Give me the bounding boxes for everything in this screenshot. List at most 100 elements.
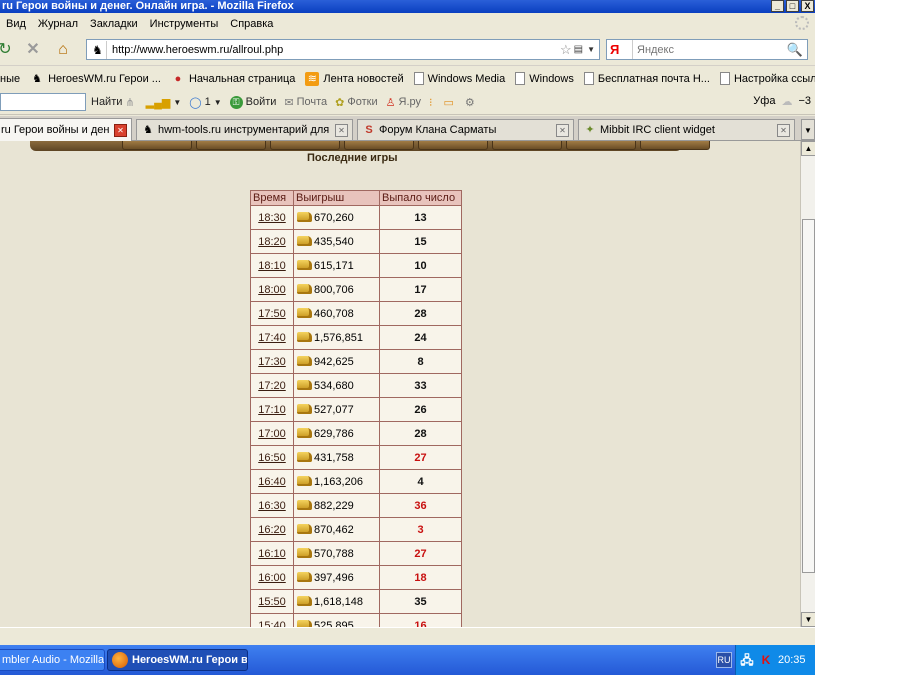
- signal-button[interactable]: ▂▄▆ ▼: [146, 96, 182, 109]
- result-number: 8: [379, 349, 462, 374]
- tab-hwm-tools[interactable]: ♞ hwm-tools.ru инструментарий для иг... …: [136, 119, 353, 140]
- taskbar-item-heroeswm[interactable]: HeroesWM.ru Герои в...: [107, 649, 248, 671]
- title-bar: ru Герои войны и денег. Онлайн игра. - M…: [0, 0, 815, 13]
- bookmark-start-page[interactable]: ● Начальная страница: [171, 72, 296, 86]
- clock[interactable]: 20:35: [778, 654, 806, 666]
- game-time-link[interactable]: 16:10: [258, 548, 286, 560]
- win-amount: 615,171: [314, 259, 354, 272]
- bookmark-customize-links[interactable]: Настройка ссылок: [719, 72, 815, 85]
- minimize-button[interactable]: _: [771, 0, 784, 12]
- bookmark-windows-media[interactable]: Windows Media: [413, 72, 505, 85]
- game-time-link[interactable]: 16:40: [258, 476, 286, 488]
- game-nav-item[interactable]: [418, 141, 488, 150]
- kaspersky-icon[interactable]: K: [759, 653, 773, 667]
- search-go-icon[interactable]: 🔍: [787, 42, 803, 58]
- mail-button[interactable]: ✉ Почта: [284, 96, 327, 109]
- menu-help[interactable]: Справка: [224, 18, 279, 30]
- game-nav-item[interactable]: [344, 141, 414, 150]
- tab-heroeswm[interactable]: ru Герои войны и ден... ✕: [0, 118, 132, 141]
- find-button[interactable]: Найти ⋔: [91, 96, 138, 109]
- menu-tools[interactable]: Инструменты: [144, 18, 225, 30]
- bookmark-item[interactable]: ные: [0, 73, 20, 85]
- game-nav-item[interactable]: [270, 141, 340, 150]
- bookmark-windows[interactable]: Windows: [515, 72, 574, 85]
- time-cell: 15:40: [250, 613, 294, 628]
- login-button[interactable]: ⚿ Войти: [229, 95, 276, 109]
- game-nav-item[interactable]: [640, 141, 710, 150]
- stop-icon[interactable]: ✕: [24, 42, 42, 58]
- menu-bookmarks[interactable]: Закладки: [84, 18, 144, 30]
- game-time-link[interactable]: 18:10: [258, 260, 286, 272]
- home-icon[interactable]: ⌂: [54, 42, 72, 58]
- win-cell: 1,618,148: [293, 589, 380, 614]
- bookmark-free-mail[interactable]: Бесплатная почта Н...: [583, 72, 710, 85]
- game-nav-item[interactable]: [492, 141, 562, 150]
- network-icon[interactable]: 🖧: [740, 653, 754, 667]
- scroll-up-icon[interactable]: ▲: [801, 141, 815, 156]
- vertical-scrollbar[interactable]: ▲ ▼: [800, 141, 815, 627]
- tab-label: ru Герои войны и ден...: [1, 124, 110, 136]
- page-icon: [719, 72, 730, 85]
- table-body: 18:30 670,260 13 18:20 435,540 15 18:10 615,171…: [250, 205, 462, 628]
- settings-button[interactable]: ⚙: [465, 96, 478, 109]
- game-time-link[interactable]: 17:20: [258, 380, 286, 392]
- horse-icon: ♞: [32, 72, 43, 85]
- language-indicator[interactable]: RU: [716, 652, 732, 668]
- taskbar-item-audio[interactable]: mbler Audio - Mozilla F...: [0, 649, 105, 671]
- folder-button[interactable]: ▭: [444, 96, 457, 109]
- game-nav-item[interactable]: [196, 141, 266, 150]
- tab-close-icon[interactable]: ✕: [556, 123, 569, 137]
- url-text[interactable]: http://www.heroeswm.ru/allroul.php: [107, 44, 560, 56]
- url-dropdown-icon[interactable]: ▼: [587, 45, 595, 54]
- column-header-time: Время: [250, 190, 294, 206]
- tab-close-icon[interactable]: ✕: [114, 123, 127, 137]
- game-time-link[interactable]: 15:40: [258, 620, 286, 628]
- time-cell: 16:50: [250, 445, 294, 470]
- game-time-link[interactable]: 17:30: [258, 356, 286, 368]
- signal-bars-icon: ▂▄▆: [145, 96, 171, 109]
- game-time-link[interactable]: 17:10: [258, 404, 286, 416]
- reload-icon[interactable]: ↻: [0, 42, 14, 58]
- win-cell: 527,077: [293, 397, 380, 422]
- search-input[interactable]: [633, 40, 787, 59]
- firefox-icon: [112, 652, 128, 668]
- game-time-link[interactable]: 16:20: [258, 524, 286, 536]
- photos-button[interactable]: ✿ Фотки: [335, 96, 377, 109]
- tab-sarmaty-forum[interactable]: S Форум Клана Сарматы ✕: [357, 119, 574, 140]
- game-time-link[interactable]: 18:20: [258, 236, 286, 248]
- game-nav-item[interactable]: [122, 141, 192, 150]
- game-time-link[interactable]: 17:50: [258, 308, 286, 320]
- game-time-link[interactable]: 16:00: [258, 572, 286, 584]
- rss-feed-icon[interactable]: ▤: [574, 44, 583, 55]
- yaru-button[interactable]: ♙ Я.ру: [386, 96, 421, 109]
- rss-icon: ≋: [305, 71, 320, 86]
- bookmark-news-feed[interactable]: ≋ Лента новостей: [305, 71, 404, 86]
- game-time-link[interactable]: 17:00: [258, 428, 286, 440]
- feeds-button[interactable]: ⁝: [429, 96, 436, 109]
- game-time-link[interactable]: 18:00: [258, 284, 286, 296]
- toolbar-search-input[interactable]: [0, 93, 86, 111]
- tab-list-dropdown-icon[interactable]: ▼: [801, 119, 815, 140]
- bookmark-star-icon[interactable]: ☆: [560, 42, 572, 58]
- game-time-link[interactable]: 15:50: [258, 596, 286, 608]
- navigation-bar: ↻ ✕ ⌂ ♞ http://www.heroeswm.ru/allroul.p…: [0, 34, 815, 66]
- tab-mibbit[interactable]: ✦ Mibbit IRC client widget ✕: [578, 119, 795, 140]
- tab-close-icon[interactable]: ✕: [777, 123, 790, 137]
- game-time-link[interactable]: 17:40: [258, 332, 286, 344]
- url-bar[interactable]: ♞ http://www.heroeswm.ru/allroul.php ☆ ▤…: [86, 39, 600, 60]
- search-engine-icon[interactable]: Я: [607, 40, 633, 59]
- close-button[interactable]: X: [801, 0, 814, 12]
- game-time-link[interactable]: 16:50: [258, 452, 286, 464]
- game-nav-item[interactable]: [566, 141, 636, 150]
- maximize-button[interactable]: □: [786, 0, 799, 12]
- menu-history[interactable]: Журнал: [32, 18, 84, 30]
- game-time-link[interactable]: 18:30: [258, 212, 286, 224]
- tab-close-icon[interactable]: ✕: [335, 123, 348, 137]
- scroll-thumb[interactable]: [802, 219, 815, 573]
- menu-view[interactable]: Вид: [0, 18, 32, 30]
- game-time-link[interactable]: 16:30: [258, 500, 286, 512]
- scroll-down-icon[interactable]: ▼: [801, 612, 815, 627]
- bookmark-heroeswm[interactable]: ♞ HeroesWM.ru Герои ...: [30, 72, 161, 86]
- messages-button[interactable]: ◯ 1 ▼: [189, 96, 221, 109]
- weather-widget[interactable]: Уфа ☁ −3: [753, 95, 811, 108]
